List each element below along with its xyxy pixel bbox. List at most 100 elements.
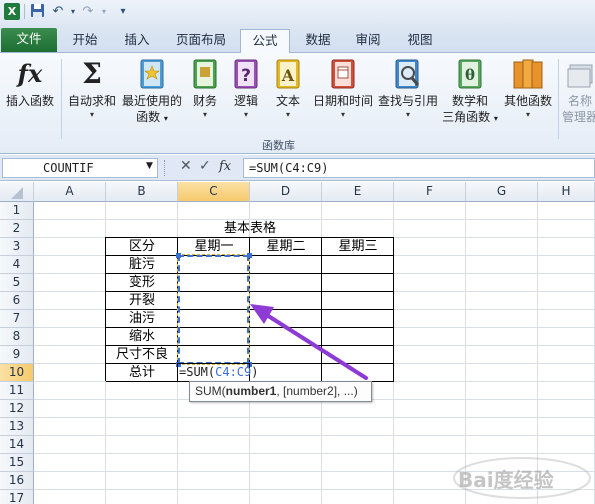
row-header-13[interactable]: 13 <box>0 418 34 436</box>
tab-file[interactable]: 文件 <box>1 28 57 52</box>
insert-function-label: 插入函数 <box>5 94 54 108</box>
more-functions-button[interactable]: 其他函数 ▾ <box>500 57 556 121</box>
header-cell-b3[interactable]: 区分 <box>106 238 178 256</box>
range-handle[interactable] <box>176 253 181 258</box>
tooltip-current-arg[interactable]: number1 <box>226 384 277 398</box>
column-header-c[interactable]: C <box>178 182 250 202</box>
row-header-4[interactable]: 4 <box>0 256 34 274</box>
date-time-button[interactable]: 日期和时间 ▾ <box>311 57 375 121</box>
logical-label: 逻辑 <box>233 94 258 108</box>
row-header-16[interactable]: 16 <box>0 472 34 490</box>
tooltip-prefix: SUM( <box>195 384 226 398</box>
table-border-line <box>105 237 106 381</box>
math-trig-label-2: 三角函数 <box>442 110 491 124</box>
row-header-1[interactable]: 1 <box>0 202 34 220</box>
header-cell-c3[interactable]: 星期一 <box>178 238 250 256</box>
fx-icon: fx <box>17 59 43 88</box>
row-label-cell[interactable]: 变形 <box>106 274 178 292</box>
column-header-d[interactable]: D <box>250 182 322 202</box>
row-label-cell[interactable]: 油污 <box>106 310 178 328</box>
save-icon[interactable] <box>29 3 45 20</box>
tab-insert[interactable]: 插入 <box>115 29 159 53</box>
row-header-11[interactable]: 11 <box>0 382 34 400</box>
column-header-e[interactable]: E <box>322 182 394 202</box>
date-time-dropdown-icon: ▾ <box>340 110 345 119</box>
name-manager-icon <box>564 57 595 91</box>
text-book-icon: A <box>272 57 304 91</box>
row-label-cell[interactable]: 开裂 <box>106 292 178 310</box>
row-header-6[interactable]: 6 <box>0 292 34 310</box>
tab-view[interactable]: 视图 <box>398 29 442 53</box>
cell-formula-editor[interactable]: =SUM(C4:C9) <box>179 364 258 381</box>
customize-toolbar-icon[interactable]: ▾ <box>115 3 131 20</box>
undo-icon[interactable]: ↶ <box>50 3 66 20</box>
column-header-h[interactable]: H <box>538 182 595 202</box>
row-header-2[interactable]: 2 <box>0 220 34 238</box>
header-cell-d3[interactable]: 星期二 <box>250 238 322 256</box>
financial-book-icon <box>189 57 221 91</box>
tab-home[interactable]: 开始 <box>63 29 107 53</box>
svg-text:A: A <box>281 66 295 85</box>
column-header-g[interactable]: G <box>466 182 538 202</box>
redo-dropdown-icon[interactable]: ▾ <box>96 3 112 20</box>
formula-input[interactable]: =SUM(C4:C9) <box>243 158 595 178</box>
more-functions-books-icon <box>512 57 544 91</box>
name-box[interactable]: COUNTIF <box>2 158 158 178</box>
cancel-icon[interactable]: ✕ <box>180 158 192 174</box>
formula-prefix: =SUM( <box>179 365 216 379</box>
tooltip-rest: , [number2], ...) <box>276 384 358 398</box>
text-button[interactable]: A 文本 ▾ <box>270 57 306 121</box>
row-label-cell[interactable]: 脏污 <box>106 256 178 274</box>
autosum-button[interactable]: Σ 自动求和 ▾ <box>64 57 120 121</box>
ribbon-divider-2 <box>558 59 559 139</box>
row-label-cell[interactable]: 缩水 <box>106 328 178 346</box>
tab-data[interactable]: 数据 <box>296 29 340 53</box>
formula-bar-grip[interactable] <box>164 160 176 176</box>
sheet-title-cell[interactable]: 基本表格 <box>178 220 322 238</box>
table-border-line <box>106 273 394 274</box>
row-header-5[interactable]: 5 <box>0 274 34 292</box>
insert-function-button[interactable]: fx 插入函数 <box>2 57 58 109</box>
range-handle[interactable] <box>247 253 252 258</box>
sigma-icon: Σ <box>82 57 102 90</box>
toolbar-divider <box>24 4 25 19</box>
recently-used-button[interactable]: 最近使用的 函数 ▾ <box>120 57 184 127</box>
row-header-15[interactable]: 15 <box>0 454 34 472</box>
undo-dropdown-icon[interactable]: ▾ <box>65 3 81 20</box>
more-functions-dropdown-icon: ▾ <box>525 110 530 119</box>
insert-function-fx-icon[interactable]: fx <box>219 159 231 174</box>
math-trig-button[interactable]: θ 数学和 三角函数 ▾ <box>440 57 500 127</box>
row-header-10[interactable]: 10 <box>0 364 34 382</box>
name-manager-label-1: 名称 <box>567 94 592 108</box>
row-header-3[interactable]: 3 <box>0 238 34 256</box>
lookup-reference-button[interactable]: 查找与引用 ▾ <box>376 57 440 121</box>
function-argument-tooltip: SUM(number1, [number2], ...) <box>189 381 372 402</box>
row-header-14[interactable]: 14 <box>0 436 34 454</box>
name-box-dropdown-icon[interactable]: ▼ <box>146 161 153 171</box>
enter-check-icon[interactable]: ✓ <box>199 158 211 174</box>
row-header-17[interactable]: 17 <box>0 490 34 504</box>
column-header-a[interactable]: A <box>34 182 106 202</box>
column-header-f[interactable]: F <box>394 182 466 202</box>
recently-used-label-2-wrap: 函数 ▾ <box>120 109 184 127</box>
financial-button[interactable]: 财务 ▾ <box>186 57 224 121</box>
redo-icon[interactable]: ↷ <box>80 3 96 20</box>
financial-label: 财务 <box>192 94 217 108</box>
grid-row-line <box>34 417 595 418</box>
column-header-b[interactable]: B <box>106 182 178 202</box>
row-header-8[interactable]: 8 <box>0 328 34 346</box>
logical-button[interactable]: ? 逻辑 ▾ <box>228 57 264 121</box>
tab-formulas[interactable]: 公式 <box>240 29 290 54</box>
table-border-line <box>106 291 394 292</box>
name-manager-button[interactable]: 名称 管理器 <box>562 57 595 125</box>
row-label-cell[interactable]: 尺寸不良 <box>106 346 178 364</box>
row-header-9[interactable]: 9 <box>0 346 34 364</box>
header-cell-e3[interactable]: 星期三 <box>322 238 394 256</box>
row-header-7[interactable]: 7 <box>0 310 34 328</box>
total-label-cell[interactable]: 总计 <box>106 364 178 382</box>
row-header-12[interactable]: 12 <box>0 400 34 418</box>
tab-page-layout[interactable]: 页面布局 <box>168 29 234 53</box>
select-all-corner[interactable] <box>0 182 34 202</box>
recent-functions-icon <box>136 57 168 91</box>
tab-review[interactable]: 审阅 <box>346 29 390 53</box>
